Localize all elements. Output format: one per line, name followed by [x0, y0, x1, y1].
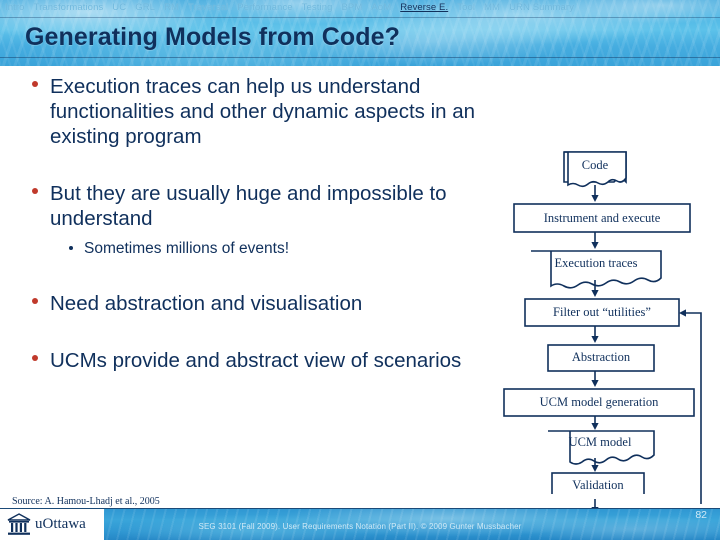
nav-item-mm[interactable]: MM	[484, 3, 500, 13]
title-band: Generating Models from Code?	[0, 17, 720, 58]
flow-arrowhead-5	[591, 380, 599, 387]
flow-arrowhead-3	[591, 290, 599, 297]
flow-label-validation: Validation	[572, 478, 624, 492]
flow-arrowhead-6	[591, 423, 599, 430]
footer-divider	[0, 508, 720, 509]
flow-arrowhead-7	[591, 465, 599, 472]
nav-item-performance[interactable]: Performance	[237, 3, 292, 13]
nav-item-reverse-e[interactable]: Reverse E.	[400, 3, 448, 13]
nav-item-tool[interactable]: Tool	[457, 3, 475, 13]
flow-arrowhead-4	[591, 336, 599, 343]
nav-item-bpm[interactable]: BPM	[341, 3, 362, 13]
bullet-level-1: But they are usually huge and impossible…	[24, 181, 494, 231]
bullet-text: But they are usually huge and impossible…	[50, 182, 447, 230]
flow-label-code: Code	[582, 158, 609, 172]
bullet-text: Execution traces can help us understand …	[50, 75, 476, 148]
nav-item-testing[interactable]: Testing	[302, 3, 333, 13]
flow-label-instrument: Instrument and execute	[544, 211, 661, 225]
flow-arrowhead-2	[591, 242, 599, 249]
bullet-text: UCMs provide and abstract view of scenar…	[50, 349, 462, 372]
bullet-text: Need abstraction and visualisation	[50, 292, 363, 315]
bullet-marker-icon	[32, 188, 38, 194]
slide: Intro Transformations UC GRL RM Traversal Perf…	[0, 0, 720, 540]
footer-credit: SEG 3101 (Fall 2009). User Requirements …	[198, 522, 522, 531]
flow-label-ucm-generation: UCM model generation	[540, 395, 659, 409]
nav-item-uc[interactable]: UC	[112, 3, 126, 13]
nav-item-traversal[interactable]: Traversal	[188, 3, 228, 13]
bullet-list: Execution traces can help us understand …	[24, 74, 494, 373]
flow-arrowhead-1	[591, 195, 599, 202]
page-number: 82	[695, 509, 707, 521]
bullet-level-2: Sometimes millions of events!	[24, 239, 494, 259]
nav-item-urn-summary[interactable]: URN Summary	[509, 3, 574, 13]
section-nav[interactable]: Intro Transformations UC GRL RM Traversal Perf…	[0, 0, 720, 16]
bullet-text: Sometimes millions of events!	[84, 240, 290, 257]
flow-label-abstraction: Abstraction	[572, 350, 631, 364]
bullet-level-1: Execution traces can help us understand …	[24, 74, 494, 149]
nav-item-grl[interactable]: GRL	[135, 3, 155, 13]
bullet-marker-icon	[32, 81, 38, 87]
slide-body: Execution traces can help us understand …	[0, 66, 720, 540]
bullet-marker-icon	[32, 355, 38, 361]
page-title: Generating Models from Code?	[25, 23, 401, 51]
bullet-level-1: Need abstraction and visualisation	[24, 291, 494, 316]
nav-item-intro[interactable]: Intro	[5, 3, 25, 13]
flow-label-ucm-model: UCM model	[569, 435, 632, 449]
source-note: Source: A. Hamou-Lhadj et al., 2005	[12, 496, 160, 507]
process-flowchart: Code Instrument and execute Execution tr…	[494, 74, 720, 540]
bullet-marker-icon	[69, 246, 73, 250]
flow-label-filter: Filter out “utilities”	[553, 305, 651, 319]
bullet-level-1: UCMs provide and abstract view of scenar…	[24, 348, 494, 373]
flow-label-traces: Execution traces	[555, 256, 638, 270]
nav-item-aom[interactable]: AoM	[371, 3, 391, 13]
bullet-marker-icon	[32, 298, 38, 304]
nav-item-transformations[interactable]: Transformations	[34, 3, 104, 13]
nav-item-rm[interactable]: RM	[164, 3, 179, 13]
